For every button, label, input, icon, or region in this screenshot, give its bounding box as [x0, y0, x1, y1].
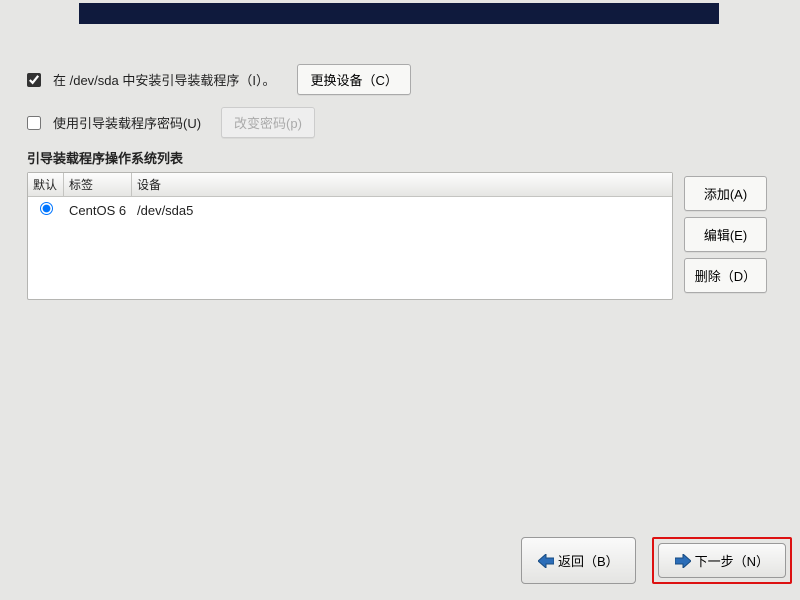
os-list-title: 引导装载程序操作系统列表	[27, 148, 183, 167]
change-password-button: 改变密码(p)	[221, 107, 315, 138]
header-banner	[79, 3, 719, 24]
add-button[interactable]: 添加(A)	[684, 176, 767, 211]
side-buttons: 添加(A) 编辑(E) 删除（D）	[684, 176, 767, 293]
install-bootloader-checkbox[interactable]	[27, 73, 41, 87]
use-password-checkbox[interactable]	[27, 116, 41, 130]
row-label-cell: CentOS 6	[64, 203, 132, 218]
footer-nav: 返回（B） 下一步（N）	[0, 537, 800, 584]
delete-button[interactable]: 删除（D）	[684, 258, 767, 293]
table-header: 默认 标签 设备	[28, 173, 672, 197]
default-os-radio[interactable]	[40, 202, 53, 215]
edit-button[interactable]: 编辑(E)	[684, 217, 767, 252]
back-button[interactable]: 返回（B）	[521, 537, 636, 584]
col-default[interactable]: 默认	[28, 173, 64, 196]
use-password-label: 使用引导装载程序密码(U)	[53, 113, 201, 132]
os-list-table: 默认 标签 设备 CentOS 6 /dev/sda5	[27, 172, 673, 300]
install-bootloader-label: 在 /dev/sda 中安装引导装载程序（I）。	[53, 70, 275, 89]
row-device-cell: /dev/sda5	[132, 203, 672, 218]
use-password-row: 使用引导装载程序密码(U) 改变密码(p)	[27, 107, 315, 138]
row-default-cell	[28, 202, 64, 218]
col-label[interactable]: 标签	[64, 173, 132, 196]
next-button[interactable]: 下一步（N）	[658, 543, 786, 578]
arrow-left-icon	[538, 554, 554, 568]
change-device-button[interactable]: 更换设备（C）	[297, 64, 410, 95]
arrow-right-icon	[675, 554, 691, 568]
table-row[interactable]: CentOS 6 /dev/sda5	[28, 197, 672, 223]
install-bootloader-row: 在 /dev/sda 中安装引导装载程序（I）。 更换设备（C）	[27, 64, 411, 95]
next-button-highlight: 下一步（N）	[652, 537, 792, 584]
col-device[interactable]: 设备	[132, 173, 672, 196]
back-button-label: 返回（B）	[558, 551, 619, 570]
next-button-label: 下一步（N）	[695, 551, 769, 570]
